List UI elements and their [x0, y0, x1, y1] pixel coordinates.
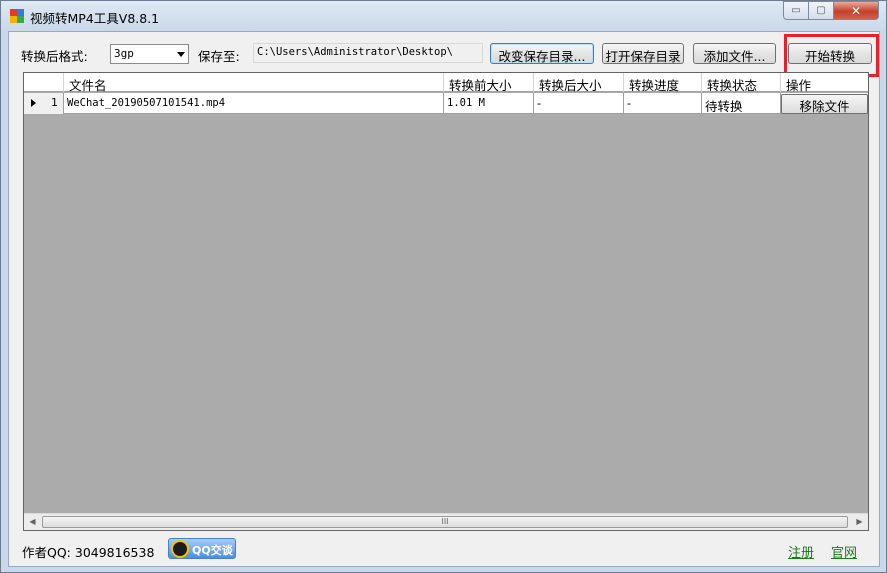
app-icon	[10, 9, 24, 23]
main-panel: 转换后格式: 3gp 保存至: C:\Users\Administrator\D…	[8, 31, 880, 567]
grid-header: 文件名 转换前大小 转换后大小 转换进度 转换状态 操作	[24, 73, 868, 92]
scroll-left-icon[interactable]: ◀	[24, 514, 41, 530]
column-header-action[interactable]: 操作	[781, 73, 868, 92]
open-save-dir-button[interactable]: 打开保存目录	[602, 43, 684, 64]
window-title: 视频转MP4工具V8.8.1	[30, 11, 160, 26]
minimize-icon: ▭	[791, 5, 801, 16]
column-header-size-before[interactable]: 转换前大小	[444, 73, 534, 92]
chevron-down-icon	[177, 52, 185, 57]
maximize-button[interactable]: ▢	[809, 1, 834, 20]
row-pointer-icon	[31, 99, 36, 107]
format-select[interactable]: 3gp	[110, 44, 189, 64]
format-label: 转换后格式:	[21, 49, 88, 64]
minimize-button[interactable]: ▭	[783, 1, 809, 20]
start-button-highlight	[784, 34, 879, 77]
add-file-button[interactable]: 添加文件...	[693, 43, 776, 64]
scrollbar-grip: III	[441, 517, 449, 526]
cell-progress[interactable]: -	[624, 93, 702, 114]
cell-size-after[interactable]: -	[534, 93, 624, 114]
format-select-value: 3gp	[114, 47, 134, 60]
column-header-size-after[interactable]: 转换后大小	[534, 73, 624, 92]
cell-filename[interactable]: WeChat_20190507101541.mp4	[64, 93, 444, 114]
row-index: 1	[51, 96, 58, 109]
maximize-icon: ▢	[816, 5, 826, 16]
qq-penguin-icon	[171, 540, 189, 558]
website-link[interactable]: 官网	[831, 542, 857, 561]
row-header[interactable]: 1	[24, 93, 64, 114]
file-grid[interactable]: 文件名 转换前大小 转换后大小 转换进度 转换状态 操作 1 WeChat_20…	[23, 72, 869, 531]
remove-file-button[interactable]: 移除文件	[781, 94, 868, 114]
register-link[interactable]: 注册	[788, 542, 814, 561]
grid-corner-cell	[24, 73, 64, 92]
cell-status[interactable]: 待转换	[702, 93, 781, 114]
qq-chat-label: QQ交谈	[192, 544, 233, 557]
app-window: 视频转MP4工具V8.8.1 ▭ ▢ ✕ 转换后格式: 3gp 保存至: C:\…	[0, 0, 887, 573]
column-header-status[interactable]: 转换状态	[702, 73, 781, 92]
qq-chat-button[interactable]: QQ交谈	[168, 538, 236, 559]
column-header-progress[interactable]: 转换进度	[624, 73, 702, 92]
table-row[interactable]: 1 WeChat_20190507101541.mp4 1.01 M - - 待…	[24, 93, 868, 114]
scroll-right-icon[interactable]: ▶	[851, 514, 868, 530]
close-icon: ✕	[850, 3, 862, 18]
change-save-dir-button[interactable]: 改变保存目录...	[490, 43, 594, 64]
save-to-label: 保存至:	[198, 49, 240, 64]
scrollbar-thumb[interactable]: III	[42, 516, 848, 528]
author-qq: 作者QQ: 3049816538	[22, 545, 155, 560]
horizontal-scrollbar[interactable]: ◀ III ▶	[24, 513, 868, 530]
close-button[interactable]: ✕	[834, 1, 879, 20]
column-header-filename[interactable]: 文件名	[64, 73, 444, 92]
window-controls: ▭ ▢ ✕	[783, 1, 879, 20]
title-bar[interactable]: 视频转MP4工具V8.8.1 ▭ ▢ ✕	[1, 1, 886, 31]
cell-size-before[interactable]: 1.01 M	[444, 93, 534, 114]
save-path-field[interactable]: C:\Users\Administrator\Desktop\	[253, 43, 483, 63]
